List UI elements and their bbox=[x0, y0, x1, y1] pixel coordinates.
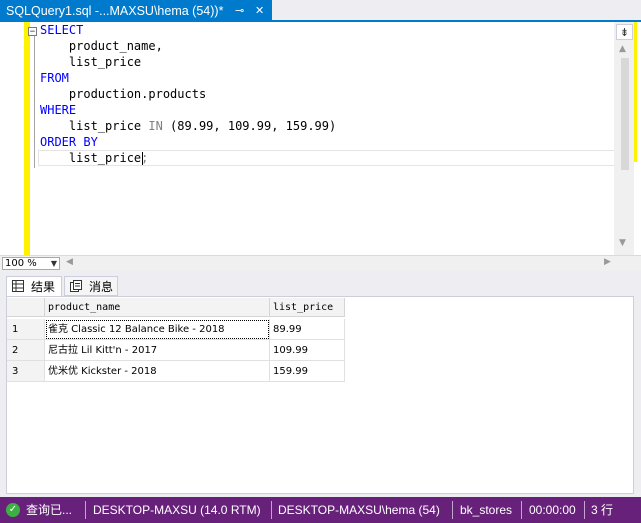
query-state: 查询已... bbox=[26, 503, 73, 517]
sql-keyword: WHERE bbox=[40, 103, 77, 117]
code-line: production.products bbox=[40, 86, 206, 102]
overview-margin bbox=[634, 22, 641, 255]
code-text: production.products bbox=[40, 87, 207, 101]
tab-messages-label: 消息 bbox=[89, 280, 114, 294]
pin-icon[interactable]: ⊸ bbox=[235, 0, 244, 22]
table-cell[interactable]: 89.99 bbox=[270, 319, 345, 340]
divider bbox=[584, 501, 585, 519]
close-icon[interactable]: ✕ bbox=[255, 0, 264, 22]
query-tab-title[interactable]: SQLQuery1.sql -...MAXSU\hema (54))* bbox=[6, 0, 223, 22]
code-text: list_price bbox=[40, 55, 142, 69]
table-cell[interactable]: 雀克 Classic 12 Balance Bike - 2018 bbox=[45, 319, 270, 340]
code-text: product_name, bbox=[40, 39, 163, 53]
results-pane: 结果 消息 product_name list_price 1 雀克 Class… bbox=[0, 271, 641, 497]
collapse-icon[interactable]: − bbox=[28, 27, 37, 37]
code-line: ORDER BY bbox=[40, 134, 98, 150]
table-cell[interactable]: 109.99 bbox=[270, 340, 345, 361]
status-bar: ✓ 查询已... DESKTOP-MAXSU (14.0 RTM) DESKTO… bbox=[0, 497, 641, 523]
messages-icon bbox=[70, 280, 82, 292]
change-indicator-margin bbox=[634, 22, 637, 162]
split-window-icon[interactable]: ⇟ bbox=[616, 24, 633, 40]
table-cell[interactable]: 优米优 Kickster - 2018 bbox=[45, 361, 270, 382]
row-number[interactable]: 2 bbox=[7, 340, 45, 361]
scroll-thumb[interactable] bbox=[621, 58, 629, 170]
tab-messages[interactable]: 消息 bbox=[64, 276, 118, 296]
code-line: list_price bbox=[40, 54, 141, 70]
query-tab[interactable]: SQLQuery1.sql -...MAXSU\hema (54))* ⊸ ✕ bbox=[0, 0, 272, 22]
database-name: bk_stores bbox=[460, 503, 513, 517]
connection-user: DESKTOP-MAXSU\hema (54) bbox=[278, 503, 440, 517]
sql-editor[interactable]: − SELECT product_name, list_price FROM p… bbox=[0, 22, 641, 255]
editor-status-strip: 100 % ▼ ◀ ▶ bbox=[0, 255, 641, 271]
divider bbox=[85, 501, 86, 519]
sql-keyword: ORDER BY bbox=[40, 135, 98, 149]
grid-icon bbox=[12, 280, 24, 292]
chevron-down-icon[interactable]: ▼ bbox=[51, 258, 57, 269]
code-line: list_price IN (89.99, 109.99, 159.99) bbox=[40, 118, 336, 134]
scroll-right-icon[interactable]: ▶ bbox=[604, 257, 611, 267]
code-text: list_price bbox=[40, 151, 142, 165]
change-indicator-bar bbox=[24, 22, 30, 255]
code-line: WHERE bbox=[40, 102, 76, 118]
text-caret bbox=[142, 152, 143, 165]
sql-operator: IN bbox=[148, 119, 163, 133]
divider bbox=[521, 501, 522, 519]
scroll-down-icon[interactable]: ▼ bbox=[619, 238, 626, 248]
outline-guide bbox=[34, 28, 35, 168]
divider bbox=[452, 501, 453, 519]
grid-corner[interactable] bbox=[7, 298, 45, 317]
tab-results-label: 结果 bbox=[31, 280, 56, 294]
server-name: DESKTOP-MAXSU (14.0 RTM) bbox=[93, 503, 261, 517]
scroll-left-icon[interactable]: ◀ bbox=[66, 257, 73, 267]
success-check-icon: ✓ bbox=[6, 503, 20, 517]
scroll-up-icon[interactable]: ▲ bbox=[619, 44, 626, 54]
elapsed-time: 00:00:00 bbox=[529, 503, 576, 517]
code-line: FROM bbox=[40, 70, 69, 86]
document-tab-strip: SQLQuery1.sql -...MAXSU\hema (54))* ⊸ ✕ bbox=[0, 0, 641, 22]
row-number[interactable]: 1 bbox=[7, 319, 45, 340]
tab-results[interactable]: 结果 bbox=[6, 276, 62, 296]
column-header[interactable]: list_price bbox=[270, 298, 345, 317]
sql-keyword: SELECT bbox=[40, 23, 84, 37]
code-text: list_price bbox=[40, 119, 149, 133]
code-line: SELECT bbox=[40, 22, 83, 38]
results-grid[interactable]: product_name list_price 1 雀克 Classic 12 … bbox=[6, 296, 634, 494]
table-cell[interactable]: 159.99 bbox=[270, 361, 345, 382]
sql-keyword: FROM bbox=[40, 71, 69, 85]
row-count: 3 行 bbox=[591, 503, 614, 517]
table-cell[interactable]: 尼古拉 Lil Kitt'n - 2017 bbox=[45, 340, 270, 361]
divider bbox=[271, 501, 272, 519]
code-line: list_price; bbox=[40, 150, 149, 166]
code-line: product_name, bbox=[40, 38, 163, 54]
zoom-value: 100 % bbox=[5, 258, 37, 269]
zoom-select[interactable]: 100 % ▼ bbox=[2, 257, 60, 270]
code-text: (89.99, 109.99, 159.99) bbox=[162, 119, 337, 133]
column-header[interactable]: product_name bbox=[45, 298, 270, 317]
row-number[interactable]: 3 bbox=[7, 361, 45, 382]
